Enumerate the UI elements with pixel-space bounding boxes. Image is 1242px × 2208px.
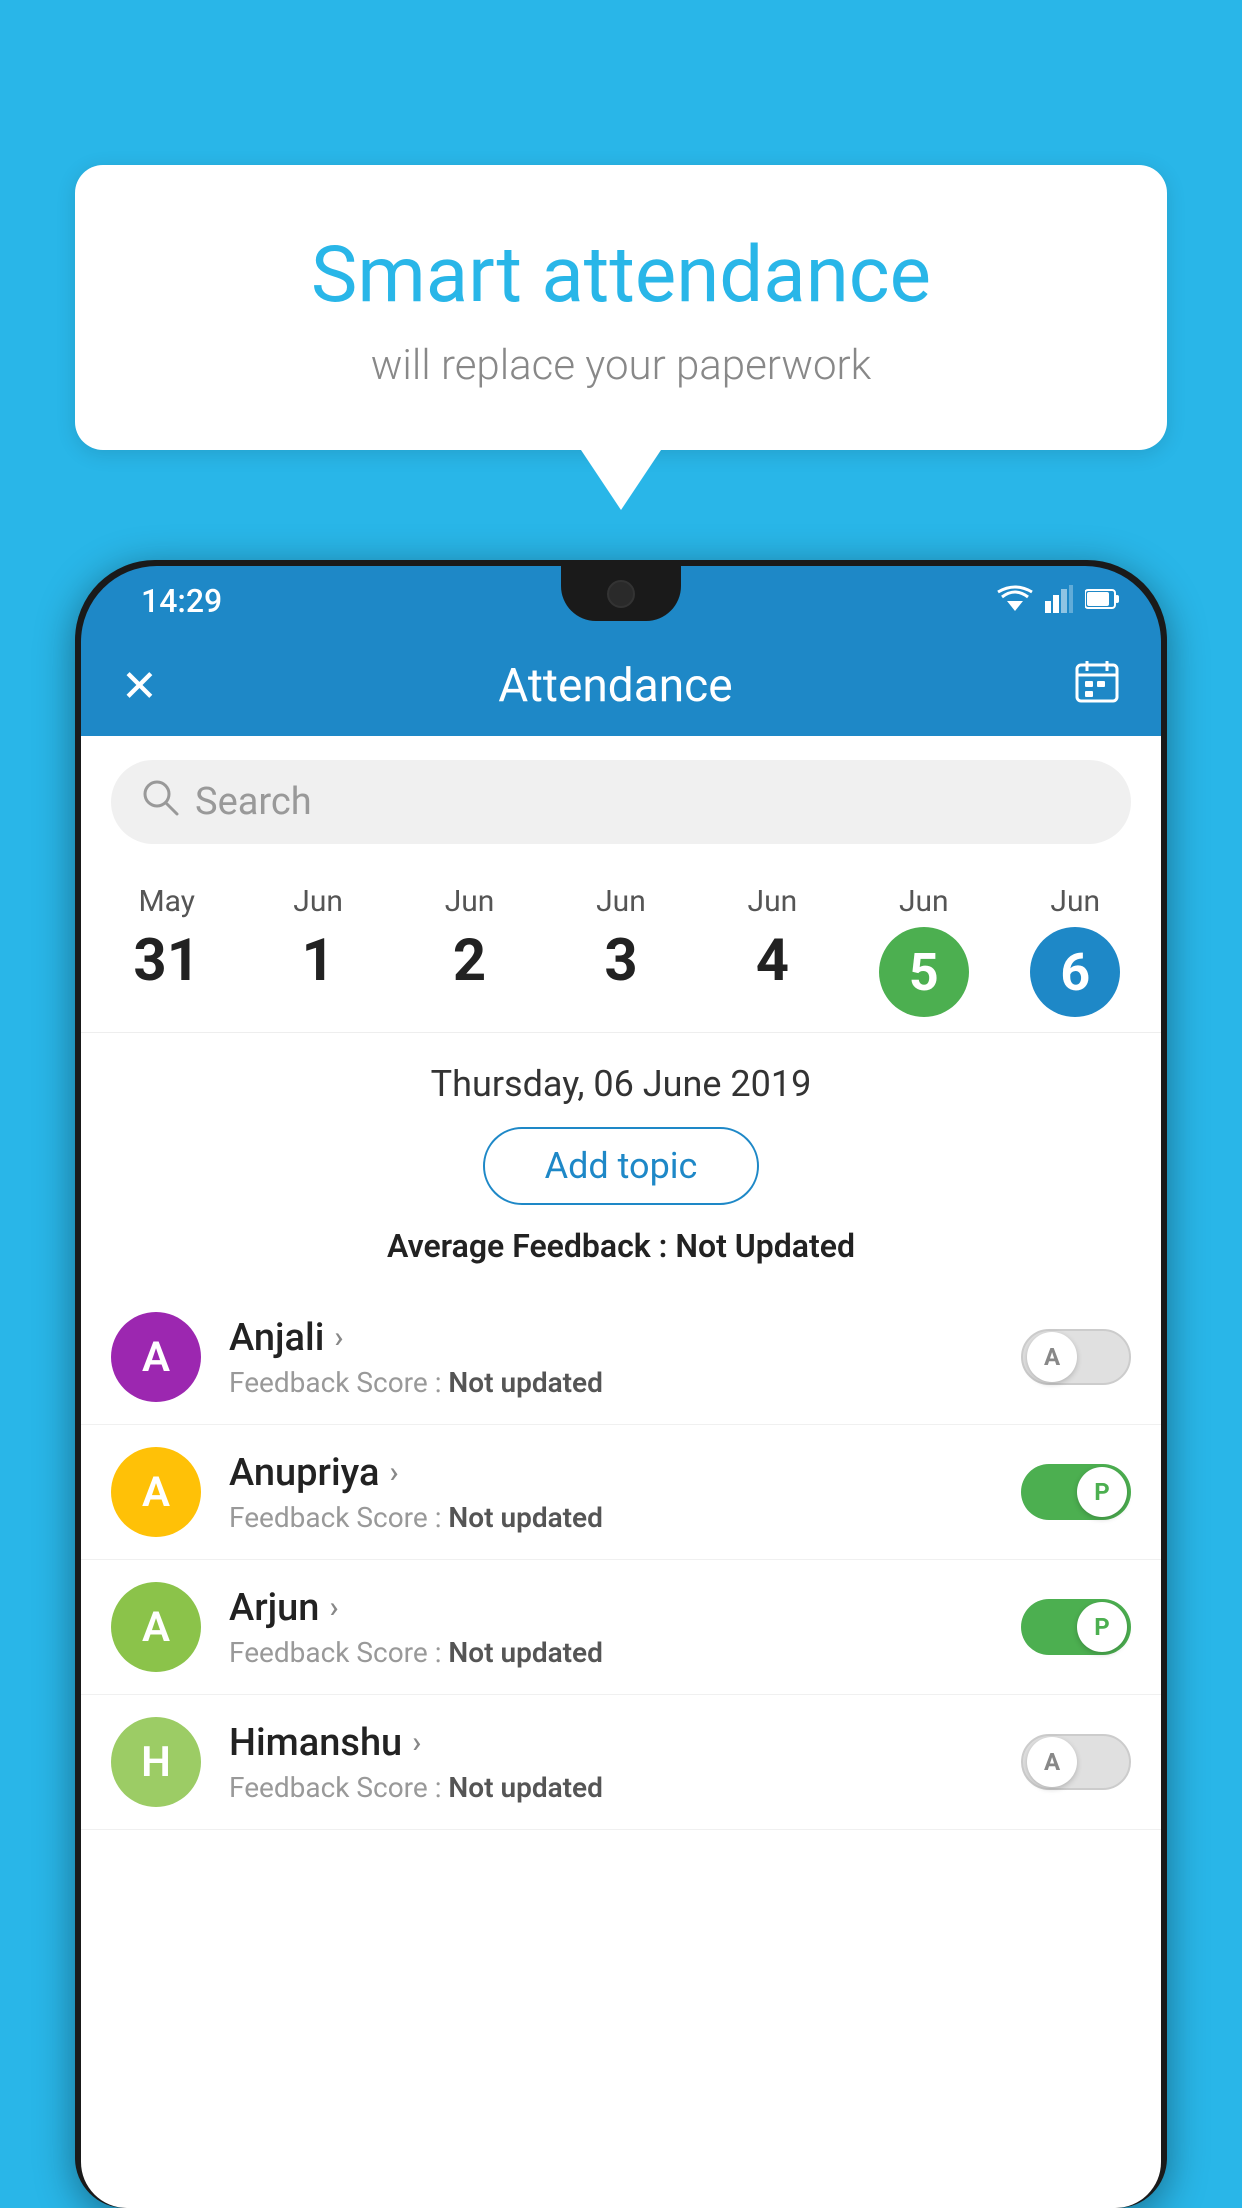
wifi-icon	[997, 585, 1033, 617]
status-time: 14:29	[121, 582, 222, 620]
chevron-icon: ›	[389, 1455, 398, 1490]
search-bar[interactable]: Search	[111, 760, 1131, 844]
avatar: A	[111, 1582, 201, 1672]
cal-month-label: Jun	[445, 884, 495, 919]
feedback-score: Feedback Score : Not updated	[229, 1636, 1021, 1669]
add-topic-button[interactable]: Add topic	[483, 1127, 760, 1205]
toggle-knob: P	[1077, 1467, 1127, 1517]
phone-frame: 14:29	[75, 560, 1167, 2208]
attendance-toggle[interactable]: P	[1021, 1599, 1131, 1655]
avatar: A	[111, 1312, 201, 1402]
toggle-knob: P	[1077, 1602, 1127, 1652]
close-button[interactable]: ✕	[121, 660, 158, 712]
cal-date-label: 3	[604, 927, 637, 995]
cal-date-label: 1	[301, 927, 334, 995]
avatar: A	[111, 1447, 201, 1537]
calendar-day-1[interactable]: Jun 1	[253, 874, 383, 1027]
student-info: Himanshu › Feedback Score : Not updated	[229, 1721, 1021, 1804]
avg-feedback-label: Average Feedback :	[387, 1227, 675, 1265]
calendar-day-4[interactable]: Jun 4	[707, 874, 837, 1027]
cal-date-label: 2	[453, 927, 486, 995]
student-name: Himanshu ›	[229, 1721, 1021, 1765]
cal-month-label: Jun	[748, 884, 798, 919]
attendance-toggle[interactable]: P	[1021, 1464, 1131, 1520]
student-info: Arjun › Feedback Score : Not updated	[229, 1586, 1021, 1669]
avatar: H	[111, 1717, 201, 1807]
toggle-knob: A	[1027, 1737, 1077, 1787]
attendance-toggle[interactable]: A	[1021, 1734, 1131, 1790]
calendar-day-5[interactable]: Jun 5	[859, 874, 989, 1027]
toggle-knob: A	[1027, 1332, 1077, 1382]
student-name: Arjun ›	[229, 1586, 1021, 1630]
screen-content: Search May 31 Jun 1 Jun 2 Jun 3 Jun 4 Jun 5 Jun 6 Thu…	[81, 736, 1161, 2208]
cal-date-label: 4	[756, 927, 789, 995]
chevron-icon: ›	[412, 1725, 421, 1760]
student-item[interactable]: AAnjali ›Feedback Score : Not updatedA	[81, 1290, 1161, 1425]
student-name: Anjali ›	[229, 1316, 1021, 1360]
speech-bubble-tail	[581, 450, 661, 510]
cal-month-label: Jun	[1050, 884, 1100, 919]
student-info: Anupriya › Feedback Score : Not updated	[229, 1451, 1021, 1534]
calendar-strip: May 31 Jun 1 Jun 2 Jun 3 Jun 4 Jun 5 Jun 6	[81, 854, 1161, 1033]
calendar-day-31[interactable]: May 31	[102, 874, 232, 1027]
student-info: Anjali › Feedback Score : Not updated	[229, 1316, 1021, 1399]
cal-month-label: Jun	[596, 884, 646, 919]
calendar-icon[interactable]	[1073, 657, 1121, 715]
cal-month-label: May	[138, 884, 194, 919]
calendar-day-2[interactable]: Jun 2	[405, 874, 535, 1027]
attendance-toggle[interactable]: A	[1021, 1329, 1131, 1385]
student-item[interactable]: A Arjun › Feedback Score : Not updated P	[81, 1560, 1161, 1695]
search-icon	[141, 778, 179, 826]
cal-month-label: Jun	[293, 884, 343, 919]
student-name: Anupriya ›	[229, 1451, 1021, 1495]
battery-icon	[1085, 588, 1121, 614]
camera	[607, 580, 635, 608]
search-input-placeholder[interactable]: Search	[195, 780, 312, 824]
avg-feedback-value: Not Updated	[675, 1227, 855, 1265]
header-title: Attendance	[498, 659, 732, 713]
cal-date-label: 5	[879, 927, 969, 1017]
calendar-day-3[interactable]: Jun 3	[556, 874, 686, 1027]
status-icons	[997, 585, 1121, 617]
cal-date-label: 31	[133, 927, 200, 995]
feedback-score: Feedback Score : Not updated	[229, 1501, 1021, 1534]
chevron-icon: ›	[334, 1320, 343, 1355]
bubble-subtitle: will replace your paperwork	[135, 341, 1107, 390]
chevron-icon: ›	[329, 1590, 338, 1625]
phone-inner: 14:29	[81, 566, 1161, 2208]
feedback-score: Feedback Score : Not updated	[229, 1771, 1021, 1804]
speech-bubble-container: Smart attendance will replace your paper…	[75, 165, 1167, 510]
phone-notch	[561, 566, 681, 621]
selected-date-text: Thursday, 06 June 2019	[101, 1063, 1141, 1105]
feedback-score: Feedback Score : Not updated	[229, 1366, 1021, 1399]
selected-date-section: Thursday, 06 June 2019 Add topic Average…	[81, 1033, 1161, 1280]
calendar-day-6[interactable]: Jun 6	[1010, 874, 1140, 1027]
cal-month-label: Jun	[899, 884, 949, 919]
bubble-title: Smart attendance	[135, 230, 1107, 321]
signal-icon	[1045, 585, 1073, 617]
avg-feedback: Average Feedback : Not Updated	[101, 1227, 1141, 1265]
student-list: AAnjali ›Feedback Score : Not updatedAAA…	[81, 1280, 1161, 1840]
cal-date-label: 6	[1030, 927, 1120, 1017]
student-item[interactable]: H Himanshu › Feedback Score : Not updatedA	[81, 1695, 1161, 1830]
speech-bubble: Smart attendance will replace your paper…	[75, 165, 1167, 450]
student-item[interactable]: A Anupriya › Feedback Score : Not updated P	[81, 1425, 1161, 1560]
app-header: ✕ Attendance	[81, 636, 1161, 736]
